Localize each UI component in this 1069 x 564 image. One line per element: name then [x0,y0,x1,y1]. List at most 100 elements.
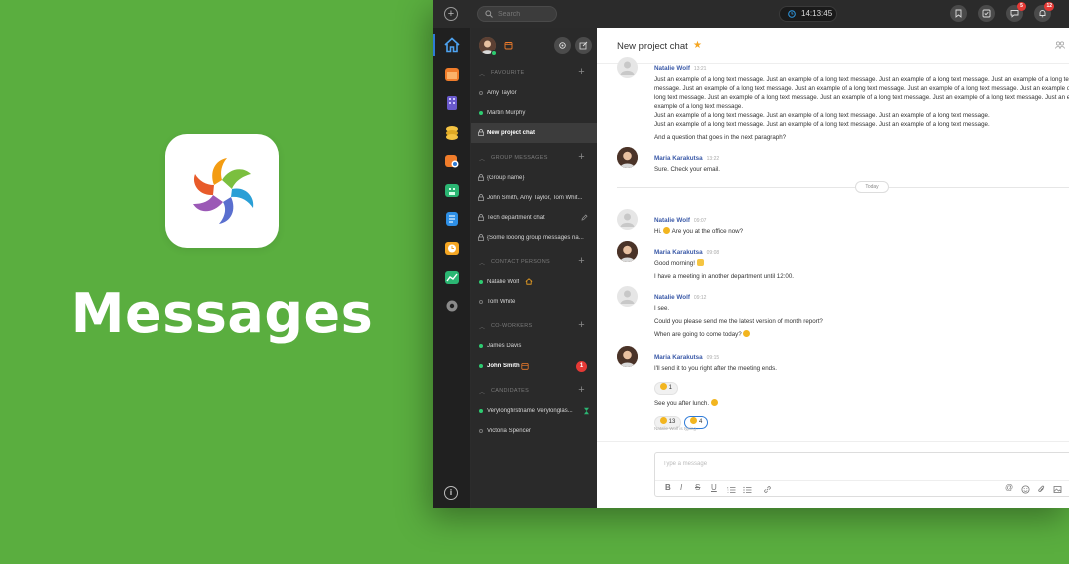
message-time: 13:21 [693,66,707,72]
rail-finance[interactable] [443,123,461,141]
star-icon[interactable]: ★ [693,40,702,51]
sidebar-item-victoria-spencer[interactable]: Victoria Spencer [471,421,597,441]
people-search-icon [445,155,459,168]
italic-button[interactable]: I [680,483,682,492]
rail-documents[interactable] [443,210,461,228]
message-text: And a question that goes in the next par… [654,134,787,141]
sidebar-item-amy-taylor[interactable]: Amy Taylor [471,83,597,103]
section-favourite[interactable]: ︿ FAVOURITE + [471,63,597,83]
notifications-button[interactable]: 12 [1034,2,1054,22]
sidebar-item-tech-department-chat[interactable]: Tech department chat [471,208,597,228]
sidebar-item-group-name[interactable]: {Group name} [471,168,597,188]
rail-analytics[interactable] [443,268,461,286]
sidebar-item-tom-white[interactable]: Tom White [471,292,597,312]
clock-time: 14:13:45 [801,9,833,18]
mention-icon[interactable]: @ [1005,483,1013,492]
lock-icon [478,129,484,136]
add-contact-icon[interactable]: + [578,255,585,267]
sidebar-item-group-john-amy-tom[interactable]: John Smith, Amy Taylor, Tom Whit... [471,188,597,208]
add-group-icon[interactable]: + [578,151,585,163]
online-status-dot [479,280,483,284]
rail-buildings[interactable] [443,94,461,112]
unread-count-badge: 1 [576,361,587,372]
sidebar-item-john-smith[interactable]: John Smith 1 [471,356,597,376]
rail-time[interactable] [443,239,461,257]
top-bar: + 14:13:45 5 12 [433,0,1069,28]
compose-icon [579,41,588,50]
image-icon[interactable] [1053,485,1062,494]
sidebar-item-martin-murphy[interactable]: Martin Murphy [471,103,597,123]
section-contact-persons[interactable]: ︿ CONTACT PERSONS + [471,252,597,272]
message-input[interactable] [663,458,963,470]
app-window: + 14:13:45 5 12 [433,0,1069,508]
sidebar-item-natalie-wolf[interactable]: Natalie Wolf [471,272,597,292]
search-icon [485,10,493,18]
sidebar-item-new-project-chat[interactable]: New project chat [471,123,597,143]
section-co-workers[interactable]: ︿ CO-WORKERS + [471,316,597,336]
paperclip-icon[interactable] [1037,485,1046,494]
default-avatar-icon [620,290,635,304]
ordered-list-icon[interactable] [727,486,736,494]
sidebar-item-long-group[interactable]: {Some looong group messages na... [471,228,597,248]
new-message-button[interactable] [575,37,592,54]
chevron-up-icon: ︿ [479,157,486,163]
message-author[interactable]: Maria Karakutsa [654,354,703,361]
bookmark-button[interactable] [950,5,967,22]
house-icon [525,278,533,285]
bullet-list-icon[interactable] [743,486,752,494]
chats-button[interactable]: 5 [1006,2,1026,22]
section-group-messages[interactable]: ︿ GROUP MESSAGES + [471,148,597,168]
hourglass-icon [584,407,589,415]
members-icon[interactable] [1055,41,1065,49]
sidebar-item-verylongfirstname[interactable]: Verylongfirstname Verylonglas... [471,401,597,421]
chevron-up-icon: ︿ [479,390,486,396]
search-input[interactable] [498,8,554,20]
offline-status-dot [479,429,483,433]
message-time: 09:07 [693,218,707,224]
reaction-chip[interactable]: 1 [654,382,679,395]
message-author[interactable]: Maria Karakutsa [654,155,703,162]
bold-button[interactable]: B [665,483,671,492]
message-author[interactable]: Maria Karakutsa [654,249,703,256]
message-text: When are going to come today? [654,330,1069,339]
message-text: example of a long text message. [654,103,744,110]
conversations-sidebar: ︿ FAVOURITE + Amy Taylor Martin Murphy N… [471,28,597,508]
info-icon[interactable]: i [444,486,458,500]
calendar-status-icon[interactable] [504,41,513,50]
app-rail: i [433,28,471,508]
day-divider [617,187,1069,188]
chat-title: New project chat [617,41,688,52]
rail-calendar[interactable] [443,65,461,83]
message-text: Just an example of a long text message. … [654,121,990,128]
chat-bubble-icon [1010,10,1019,18]
add-candidate-icon[interactable]: + [578,384,585,396]
sidebar-settings-button[interactable] [554,37,571,54]
sidebar-item-james-davis[interactable]: James Davis [471,336,597,356]
message-author[interactable]: Natalie Wolf [654,65,690,72]
message-time: 09:12 [693,295,707,301]
strikethrough-button[interactable]: S [695,483,700,492]
rail-search-people[interactable] [443,152,461,170]
add-favourite-icon[interactable]: + [578,66,585,78]
link-icon[interactable] [763,485,772,494]
message-author[interactable]: Natalie Wolf [654,217,690,224]
default-avatar-icon [620,61,635,75]
lock-icon [478,174,484,181]
avatar [617,209,638,230]
chevron-up-icon: ︿ [479,72,486,78]
rail-office[interactable] [443,181,461,199]
message-author[interactable]: Natalie Wolf [654,294,690,301]
underline-button[interactable]: U [711,483,717,492]
rail-home[interactable] [433,34,461,56]
rail-settings[interactable] [443,297,461,315]
coins-icon [446,126,458,140]
section-candidates[interactable]: ︿ CANDIDATES + [471,381,597,401]
emoji-picker-icon[interactable] [1021,485,1030,494]
analytics-icon [445,271,459,284]
add-icon[interactable]: + [444,7,458,21]
composer-divider [597,441,1069,442]
tasks-button[interactable] [978,5,995,22]
pencil-icon[interactable] [581,214,588,221]
search-box[interactable] [477,6,557,22]
add-coworker-icon[interactable]: + [578,319,585,331]
